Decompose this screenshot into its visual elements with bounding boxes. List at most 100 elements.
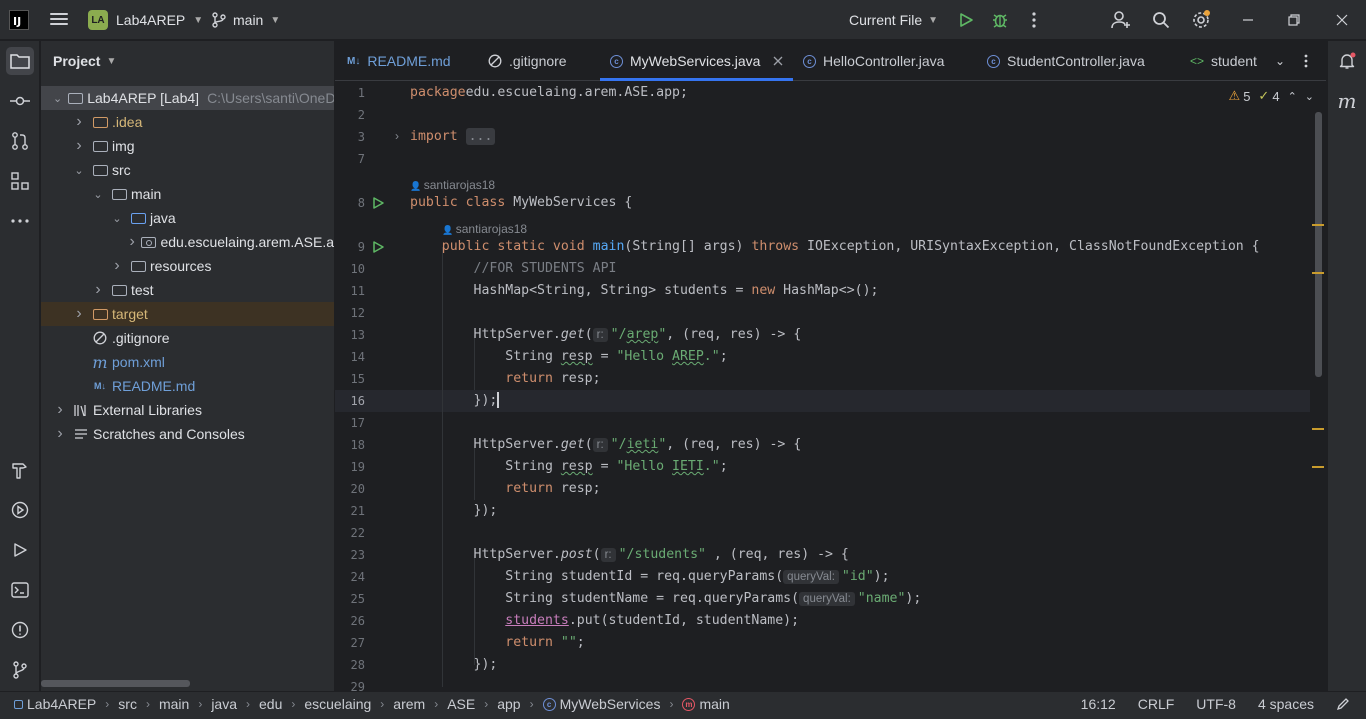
line-number[interactable]: 7: [335, 148, 365, 170]
code-line[interactable]: HashMap<String, String> students = new H…: [410, 280, 879, 302]
line-number[interactable]: 20: [335, 478, 365, 500]
line-number[interactable]: 2: [335, 104, 365, 126]
breadcrumb-item[interactable]: main: [159, 696, 189, 712]
structure-tool-button[interactable]: [6, 167, 34, 195]
more-actions-button[interactable]: [1024, 10, 1044, 30]
build-tool-button[interactable]: [6, 456, 34, 484]
code-line[interactable]: return "";: [410, 632, 584, 654]
code-line[interactable]: HttpServer.get(r: "/ieti", (req, res) -> …: [410, 434, 801, 456]
code-line[interactable]: });: [410, 390, 500, 412]
line-number[interactable]: 13: [335, 324, 365, 346]
line-number[interactable]: 27: [335, 632, 365, 654]
chevron-down-icon[interactable]: ⌄: [72, 164, 86, 177]
run-button[interactable]: [956, 10, 976, 30]
chevron-right-icon[interactable]: ›: [129, 233, 135, 251]
code-line[interactable]: String resp = "Hello AREP.";: [410, 346, 727, 368]
git-tool-button[interactable]: [6, 656, 34, 684]
line-number[interactable]: 15: [335, 368, 365, 390]
code-line[interactable]: public static void main(String[] args) t…: [410, 236, 1260, 258]
notifications-button[interactable]: [1333, 47, 1361, 75]
line-number[interactable]: 22: [335, 522, 365, 544]
tree-item[interactable]: .gitignore: [41, 326, 334, 350]
warning-marker[interactable]: [1312, 466, 1324, 468]
tree-item[interactable]: › edu.escuelaing.arem.ASE.a: [41, 230, 334, 254]
problems-tool-button[interactable]: [6, 616, 34, 644]
minimize-button[interactable]: [1238, 10, 1258, 30]
breadcrumb-item[interactable]: m main: [682, 696, 730, 712]
code-line[interactable]: return resp;: [410, 478, 600, 500]
line-number[interactable]: 3: [335, 126, 365, 148]
horizontal-scrollbar[interactable]: [41, 680, 190, 687]
cursor-position[interactable]: 16:12: [1081, 696, 1116, 712]
code-line[interactable]: String studentName = req.queryParams(que…: [410, 588, 921, 610]
tab-studentcontroller[interactable]: c StudentController.java: [987, 41, 1145, 81]
tree-item[interactable]: › test: [41, 278, 334, 302]
line-number[interactable]: 26: [335, 610, 365, 632]
chevron-down-icon[interactable]: ⌄: [53, 92, 62, 105]
next-highlight-icon[interactable]: ⌄: [1305, 90, 1314, 103]
breadcrumb-item[interactable]: escuelaing: [304, 696, 371, 712]
code-editor[interactable]: 1 2 3 › 7 8 9 10 11 12 13 14 15 16 17 18 19 20 21 22 23 24 25 2…: [335, 82, 1326, 691]
line-number[interactable]: 9: [335, 236, 365, 258]
main-menu-button[interactable]: [48, 10, 70, 30]
chevron-right-icon[interactable]: ›: [91, 281, 105, 299]
code-line[interactable]: public class MyWebServices {: [410, 192, 632, 214]
vertical-scrollbar[interactable]: [1315, 112, 1322, 377]
breadcrumb-item[interactable]: edu: [259, 696, 282, 712]
run-tool-button[interactable]: [6, 536, 34, 564]
tree-item[interactable]: ⌄ main: [41, 182, 334, 206]
line-separator[interactable]: CRLF: [1138, 696, 1175, 712]
code-line[interactable]: return resp;: [410, 368, 600, 390]
line-number[interactable]: 10: [335, 258, 365, 280]
pull-requests-tool-button[interactable]: [6, 127, 34, 155]
tab-mywebservices[interactable]: c MyWebServices.java: [600, 41, 794, 81]
edit-lock-icon[interactable]: [1336, 697, 1350, 711]
code-line[interactable]: HttpServer.get(r: "/arep", (req, res) -> …: [410, 324, 801, 346]
line-number[interactable]: 11: [335, 280, 365, 302]
commit-tool-button[interactable]: [6, 87, 34, 115]
breadcrumb-item[interactable]: arem: [393, 696, 425, 712]
terminal-tool-button[interactable]: [6, 576, 34, 604]
tab-list-button[interactable]: ⌄: [1270, 51, 1290, 71]
tree-item[interactable]: › .idea: [41, 110, 334, 134]
project-selector[interactable]: LA Lab4AREP ▼: [88, 10, 203, 30]
chevron-right-icon[interactable]: ›: [110, 257, 124, 275]
tab-student[interactable]: <> student: [1190, 41, 1258, 81]
tab-gitignore[interactable]: .gitignore: [488, 41, 567, 81]
line-number[interactable]: 19: [335, 456, 365, 478]
line-number[interactable]: 23: [335, 544, 365, 566]
tab-readme[interactable]: M↓ README.md: [347, 41, 451, 81]
fold-chevron-right-icon[interactable]: ›: [395, 129, 399, 143]
services-tool-button[interactable]: [6, 496, 34, 524]
breadcrumb-item[interactable]: app: [497, 696, 520, 712]
line-number[interactable]: 8: [335, 192, 365, 214]
search-everywhere-button[interactable]: [1151, 10, 1171, 30]
tree-item[interactable]: ⌄ src: [41, 158, 334, 182]
line-number[interactable]: 14: [335, 346, 365, 368]
tree-item[interactable]: › External Libraries: [41, 398, 334, 422]
tree-item[interactable]: › resources: [41, 254, 334, 278]
tree-item[interactable]: M↓ README.md: [41, 374, 334, 398]
branch-selector[interactable]: main ▼: [212, 10, 280, 30]
tree-item[interactable]: ⌄ java: [41, 206, 334, 230]
code-with-me-button[interactable]: [1111, 10, 1131, 30]
run-configuration-selector[interactable]: Current File ▼: [849, 10, 938, 30]
breadcrumb-item[interactable]: Lab4AREP: [14, 696, 96, 712]
code-line[interactable]: String studentId = req.queryParams(query…: [410, 566, 890, 588]
chevron-right-icon[interactable]: ›: [72, 137, 86, 155]
breadcrumb-item[interactable]: c MyWebServices: [542, 696, 660, 712]
line-number[interactable]: 17: [335, 412, 365, 434]
previous-highlight-icon[interactable]: ⌃: [1288, 90, 1297, 103]
code-line[interactable]: students.put(studentId, studentName);: [410, 610, 799, 632]
line-number[interactable]: 1: [335, 82, 365, 104]
line-number[interactable]: 29: [335, 676, 365, 691]
line-number[interactable]: 18: [335, 434, 365, 456]
code-line[interactable]: });: [410, 654, 498, 676]
author-annotation[interactable]: 👤 santiarojas18: [410, 177, 495, 193]
line-number[interactable]: 12: [335, 302, 365, 324]
debug-button[interactable]: [990, 10, 1010, 30]
tree-item[interactable]: › Scratches and Consoles: [41, 422, 334, 446]
line-number[interactable]: 21: [335, 500, 365, 522]
chevron-right-icon[interactable]: ›: [53, 425, 67, 443]
line-number[interactable]: 25: [335, 588, 365, 610]
